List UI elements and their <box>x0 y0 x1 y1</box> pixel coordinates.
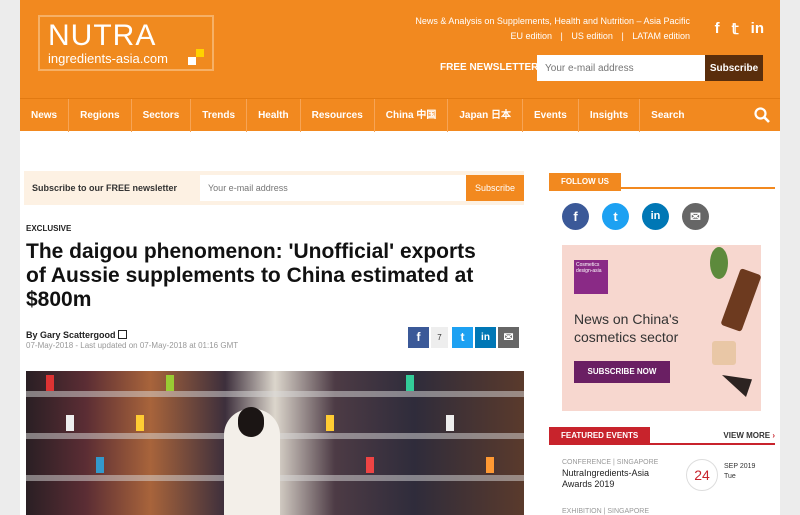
header-social: f 𝕥 in <box>715 20 764 38</box>
event-day-badge: 24 <box>686 459 718 491</box>
view-more-link[interactable]: VIEW MORE › <box>723 431 775 440</box>
edition-separator: | <box>560 31 563 41</box>
share-email-icon[interactable]: ✉ <box>498 327 519 348</box>
newsletter-email-input[interactable] <box>537 55 705 81</box>
nav-item-trends[interactable]: Trends <box>191 99 248 132</box>
ad-leaf-image <box>710 247 728 279</box>
logo-square-white <box>188 57 196 65</box>
event-weekday: Tue <box>724 473 736 480</box>
external-link-icon[interactable] <box>117 330 127 339</box>
edition-separator: | <box>621 31 624 41</box>
search-icon[interactable] <box>754 107 770 123</box>
share-linkedin-icon[interactable]: in <box>475 327 496 348</box>
logo-nutra: NUTRA <box>48 19 157 52</box>
nav-item-resources[interactable]: Resources <box>301 99 375 132</box>
logo-domain: ingredients-asia.com <box>48 51 168 66</box>
email-icon[interactable]: ✉ <box>682 203 709 230</box>
view-more-label: VIEW MORE <box>723 431 771 440</box>
article-kicker: EXCLUSIVE <box>26 224 72 233</box>
photo-shopper-head <box>238 407 264 437</box>
article-dates: 07-May-2018 - Last updated on 07-May-201… <box>26 341 239 350</box>
photo-product <box>166 375 174 391</box>
follow-us-label: FOLLOW US <box>549 173 621 191</box>
newsletter-subscribe-button[interactable]: Subscribe <box>705 55 763 81</box>
site-tagline: News & Analysis on Supplements, Health a… <box>415 16 690 26</box>
photo-product <box>406 375 414 391</box>
nav-item-sectors[interactable]: Sectors <box>132 99 192 132</box>
ad-bottle-image <box>720 268 761 332</box>
main-nav: News Regions Sectors Trends Health Resou… <box>20 98 780 132</box>
share-twitter-icon[interactable]: t <box>452 327 473 348</box>
nav-item-regions[interactable]: Regions <box>69 99 132 132</box>
photo-product <box>366 457 374 473</box>
article-byline: By Gary Scattergood <box>26 330 127 340</box>
nav-item-events[interactable]: Events <box>523 99 579 132</box>
ad-subscribe-button[interactable]: SUBSCRIBE NOW <box>574 361 670 383</box>
newsletter-label: FREE NEWSLETTER <box>440 62 539 73</box>
photo-product <box>446 415 454 431</box>
photo-product <box>46 375 54 391</box>
featured-events-header: FEATURED EVENTS VIEW MORE › <box>549 427 775 445</box>
cosmetics-ad[interactable]: Cosmetics design-asia News on China's co… <box>562 245 761 411</box>
ad-brush-image <box>722 375 752 397</box>
cosmetics-logo: Cosmetics design-asia <box>574 260 608 294</box>
share-facebook-icon[interactable]: f <box>408 327 429 348</box>
newsletter-box-email-input[interactable] <box>200 175 466 201</box>
linkedin-icon[interactable]: in <box>751 20 764 38</box>
author-link[interactable]: By Gary Scattergood <box>26 330 116 340</box>
event-month: SEP 2019 <box>724 463 756 470</box>
nav-item-japan[interactable]: Japan 日本 <box>448 99 524 132</box>
ad-jar-image <box>712 341 736 365</box>
photo-product <box>66 415 74 431</box>
sidebar-social: f t in ✉ <box>562 203 709 230</box>
newsletter-box-subscribe-button[interactable]: Subscribe <box>466 175 524 201</box>
nav-item-news[interactable]: News <box>20 99 70 132</box>
site-logo[interactable]: NUTRA ingredients-asia.com <box>38 15 214 71</box>
article-headline: The daigou phenomenon: 'Unofficial' expo… <box>26 240 476 311</box>
nav-item-china[interactable]: China 中国 <box>375 99 449 132</box>
edition-eu-link[interactable]: EU edition <box>510 31 552 41</box>
event-meta: EXHIBITION | SINGAPORE <box>562 508 650 515</box>
nav-item-health[interactable]: Health <box>247 99 301 132</box>
share-count: 7 <box>431 327 448 348</box>
photo-shelf <box>26 391 524 397</box>
featured-events-label: FEATURED EVENTS <box>549 427 651 445</box>
ad-headline: News on China's cosmetics sector <box>574 311 679 345</box>
twitter-icon[interactable]: 𝕥 <box>732 20 739 38</box>
newsletter-box-label: Subscribe to our FREE newsletter <box>32 183 178 193</box>
event-item[interactable]: CONFERENCE | SINGAPORE NutraIngredients-… <box>562 459 761 491</box>
page: NUTRA ingredients-asia.com News & Analys… <box>20 0 780 515</box>
photo-product <box>486 457 494 473</box>
site-header: NUTRA ingredients-asia.com News & Analys… <box>20 0 780 98</box>
logo-square-yellow <box>196 49 204 57</box>
facebook-icon[interactable]: f <box>715 20 720 38</box>
edition-latam-link[interactable]: LATAM edition <box>632 31 690 41</box>
photo-product <box>136 415 144 431</box>
newsletter-box: Subscribe to our FREE newsletter Subscri… <box>24 171 524 205</box>
twitter-icon[interactable]: t <box>602 203 629 230</box>
linkedin-icon[interactable]: in <box>642 203 669 230</box>
photo-product <box>96 457 104 473</box>
nav-item-insights[interactable]: Insights <box>579 99 641 132</box>
photo-product <box>326 415 334 431</box>
chevron-right-icon: › <box>772 431 775 440</box>
follow-us-header: FOLLOW US <box>549 171 775 191</box>
nav-item-search[interactable]: Search <box>640 99 695 132</box>
event-name[interactable]: NutraIngredients-Asia Awards 2019 <box>562 468 672 490</box>
article-photo <box>26 371 524 515</box>
edition-us-link[interactable]: US edition <box>571 31 613 41</box>
facebook-icon[interactable]: f <box>562 203 589 230</box>
share-bar: f 7 t in ✉ <box>408 327 519 348</box>
edition-links: EU edition | US edition | LATAM edition <box>504 31 690 41</box>
